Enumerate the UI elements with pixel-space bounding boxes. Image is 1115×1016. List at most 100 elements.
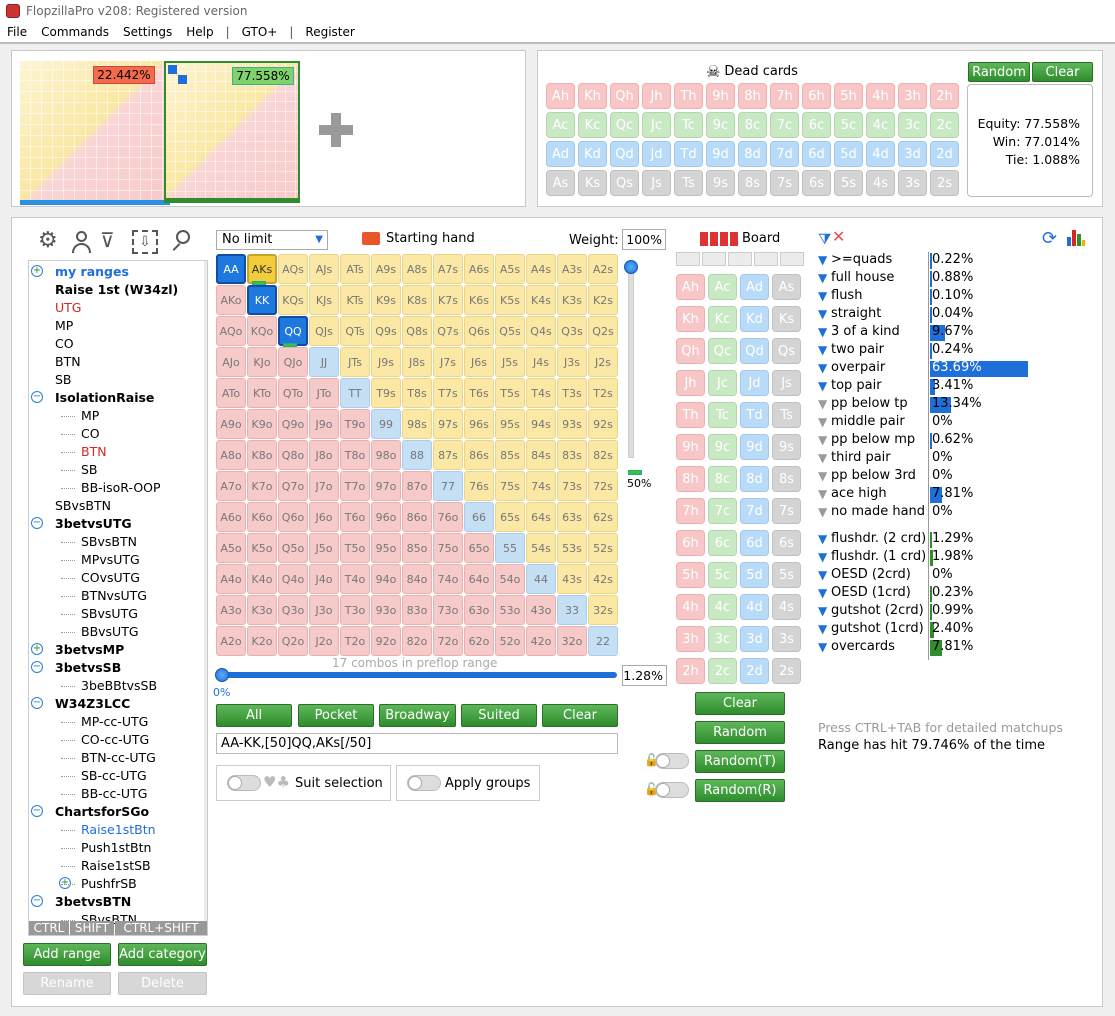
collapse-icon[interactable]: − [31, 697, 43, 709]
matrix-cell-j5s[interactable]: J5s [495, 347, 525, 377]
dead-card-qc[interactable]: Qc [610, 112, 639, 138]
matrix-cell-53s[interactable]: 53s [557, 533, 587, 563]
dead-card-tc[interactable]: Tc [674, 112, 703, 138]
dead-card-td[interactable]: Td [674, 141, 703, 167]
select-pocket-button[interactable]: Pocket [298, 704, 374, 727]
board-card-qd[interactable]: Qd [740, 338, 769, 364]
matrix-cell-j8o[interactable]: J8o [309, 440, 339, 470]
board-card-th[interactable]: Th [676, 402, 705, 428]
dead-card-8h[interactable]: 8h [738, 83, 767, 109]
suit-selection-toggle[interactable] [227, 775, 261, 791]
filter-icon[interactable]: ▼ [818, 587, 828, 599]
matrix-cell-a6o[interactable]: A6o [216, 502, 246, 532]
delete-button[interactable]: Delete [118, 972, 207, 995]
board-card-2c[interactable]: 2c [708, 658, 737, 684]
dead-card-4c[interactable]: 4c [866, 112, 895, 138]
dead-card-5s[interactable]: 5s [834, 170, 863, 196]
dead-card-7c[interactable]: 7c [770, 112, 799, 138]
matrix-cell-qto[interactable]: QTo [278, 378, 308, 408]
board-card-kc[interactable]: Kc [708, 306, 737, 332]
matrix-cell-43o[interactable]: 43o [526, 595, 556, 625]
dead-card-4h[interactable]: 4h [866, 83, 895, 109]
board-card-7s[interactable]: 7s [772, 498, 801, 524]
board-card-3c[interactable]: 3c [708, 626, 737, 652]
dead-card-2d[interactable]: 2d [930, 141, 959, 167]
tree-scrollbar[interactable] [204, 261, 207, 935]
board-card-6d[interactable]: 6d [740, 530, 769, 556]
matrix-cell-t2o[interactable]: T2o [340, 626, 370, 656]
matrix-cell-76s[interactable]: 76s [464, 471, 494, 501]
matrix-cell-q2s[interactable]: Q2s [588, 316, 618, 346]
matrix-cell-k4o[interactable]: K4o [247, 564, 277, 594]
select-all-button[interactable]: All [216, 704, 292, 727]
matrix-cell-a7o[interactable]: A7o [216, 471, 246, 501]
matrix-cell-97s[interactable]: 97s [433, 409, 463, 439]
dead-card-2c[interactable]: 2c [930, 112, 959, 138]
matrix-cell-qts[interactable]: QTs [340, 316, 370, 346]
dead-card-jc[interactable]: Jc [642, 112, 671, 138]
matrix-cell-k6s[interactable]: K6s [464, 285, 494, 315]
matrix-cell-75o[interactable]: 75o [433, 533, 463, 563]
dead-card-qs[interactable]: Qs [610, 170, 639, 196]
filter-icon[interactable]: ▼ [818, 506, 828, 518]
board-card-ad[interactable]: Ad [740, 274, 769, 300]
dead-card-ah[interactable]: Ah [546, 83, 575, 109]
matrix-cell-t6s[interactable]: T6s [464, 378, 494, 408]
matrix-cell-83s[interactable]: 83s [557, 440, 587, 470]
matrix-cell-83o[interactable]: 83o [402, 595, 432, 625]
filter-icon[interactable]: ▼ [818, 326, 828, 338]
matrix-cell-a8s[interactable]: A8s [402, 254, 432, 284]
dead-card-8d[interactable]: 8d [738, 141, 767, 167]
matrix-cell-73s[interactable]: 73s [557, 471, 587, 501]
board-slot[interactable] [676, 252, 700, 266]
matrix-cell-kqo[interactable]: KQo [247, 316, 277, 346]
matrix-cell-q9o[interactable]: Q9o [278, 409, 308, 439]
filter-icon[interactable]: ▼ [818, 488, 828, 500]
matrix-cell-96s[interactable]: 96s [464, 409, 494, 439]
dead-card-6d[interactable]: 6d [802, 141, 831, 167]
matrix-cell-t8s[interactable]: T8s [402, 378, 432, 408]
matrix-cell-aa[interactable]: AA [216, 254, 246, 284]
collapse-icon[interactable]: − [31, 895, 43, 907]
matrix-cell-k2s[interactable]: K2s [588, 285, 618, 315]
matrix-cell-q8o[interactable]: Q8o [278, 440, 308, 470]
dead-card-5h[interactable]: 5h [834, 83, 863, 109]
matrix-cell-84s[interactable]: 84s [526, 440, 556, 470]
matrix-cell-ato[interactable]: ATo [216, 378, 246, 408]
matrix-cell-k8o[interactable]: K8o [247, 440, 277, 470]
matrix-cell-a9s[interactable]: A9s [371, 254, 401, 284]
matrix-cell-92o[interactable]: 92o [371, 626, 401, 656]
matrix-cell-k5o[interactable]: K5o [247, 533, 277, 563]
dead-card-7h[interactable]: 7h [770, 83, 799, 109]
board-card-5s[interactable]: 5s [772, 562, 801, 588]
filter-icon[interactable]: ▼ [818, 308, 828, 320]
matrix-cell-t3o[interactable]: T3o [340, 595, 370, 625]
matrix-cell-q5s[interactable]: Q5s [495, 316, 525, 346]
matrix-cell-t5o[interactable]: T5o [340, 533, 370, 563]
weight-slider-thumb[interactable] [624, 260, 638, 274]
dead-card-qd[interactable]: Qd [610, 141, 639, 167]
matrix-cell-a3s[interactable]: A3s [557, 254, 587, 284]
dead-card-js[interactable]: Js [642, 170, 671, 196]
matrix-cell-74s[interactable]: 74s [526, 471, 556, 501]
dead-card-6h[interactable]: 6h [802, 83, 831, 109]
random-r-toggle[interactable] [655, 782, 689, 798]
dead-card-5c[interactable]: 5c [834, 112, 863, 138]
dead-card-ac[interactable]: Ac [546, 112, 575, 138]
matrix-cell-75s[interactable]: 75s [495, 471, 525, 501]
matrix-cell-a6s[interactable]: A6s [464, 254, 494, 284]
matrix-cell-a3o[interactable]: A3o [216, 595, 246, 625]
matrix-cell-kk[interactable]: KK [247, 285, 277, 315]
board-slot[interactable] [754, 252, 778, 266]
matrix-cell-84o[interactable]: 84o [402, 564, 432, 594]
board-card-8s[interactable]: 8s [772, 466, 801, 492]
matrix-cell-64s[interactable]: 64s [526, 502, 556, 532]
expand-icon[interactable]: + [31, 643, 43, 655]
dead-card-kh[interactable]: Kh [578, 83, 607, 109]
matrix-cell-aqo[interactable]: AQo [216, 316, 246, 346]
board-card-js[interactable]: Js [772, 370, 801, 396]
dead-card-th[interactable]: Th [674, 83, 703, 109]
dead-card-7s[interactable]: 7s [770, 170, 799, 196]
matrix-cell-j6o[interactable]: J6o [309, 502, 339, 532]
dead-card-9d[interactable]: 9d [706, 141, 735, 167]
